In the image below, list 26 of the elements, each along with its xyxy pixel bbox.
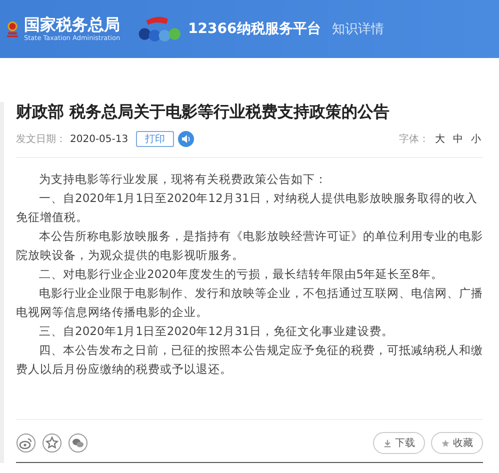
platform-name: 12366纳税服务平台 <box>188 20 321 38</box>
article-paragraph: 四、本公告发布之日前，已征的按照本公告规定应予免征的税费，可抵减纳税人和缴费人以后月份应缴纳的税费或予以退还。 <box>16 342 483 378</box>
date-label: 发文日期： <box>16 132 66 146</box>
agency-name: 国家税务总局 <box>24 16 120 34</box>
article-title: 财政部 税务总局关于电影等行业税费支持政策的公告 <box>16 102 391 123</box>
font-size-option[interactable]: 小 <box>469 132 483 146</box>
article-paragraph: 为支持电影等行业发展，现将有关税费政策公告如下： <box>38 171 328 188</box>
publish-date: 2020-05-13 <box>70 134 128 144</box>
star-icon <box>441 438 450 448</box>
print-button[interactable]: 打印 <box>136 131 174 147</box>
article-paragraph: 本公告所称电影放映服务，是指持有《电影放映经营许可证》的单位利用专业的电影院放映设备，为观众提供的电影视听服务。 <box>16 228 483 264</box>
font-size-option[interactable]: 中 <box>451 132 465 146</box>
favorite-button[interactable]: 收藏 <box>431 432 483 454</box>
font-size-option[interactable]: 大 <box>433 132 447 146</box>
emblem-icon <box>6 20 19 38</box>
article-paragraph: 三、自2020年1月1日至2020年12月31日，免征文化事业建设费。 <box>38 323 394 340</box>
article-paragraph: 一、自2020年1月1日至2020年12月31日，对纳税人提供电影放映服务取得的收入免征增值税。 <box>16 190 478 226</box>
download-button[interactable]: 下载 <box>373 432 425 454</box>
font-size-label: 字体： <box>399 132 429 146</box>
wechat-icon[interactable] <box>68 433 88 453</box>
article-paragraph: 二、对电影行业企业2020年度发生的亏损，最长结转年限由5年延长至8年。 <box>38 266 444 283</box>
weibo-icon[interactable] <box>16 433 36 453</box>
download-icon <box>383 438 392 448</box>
speaker-icon[interactable] <box>178 131 194 147</box>
article-paragraph: 电影行业企业限于电影制作、发行和放映等企业，不包括通过互联网、电信网、广播电视网等信息网络传播电影的企业。 <box>16 285 483 321</box>
section-title: 知识详情 <box>332 21 384 38</box>
